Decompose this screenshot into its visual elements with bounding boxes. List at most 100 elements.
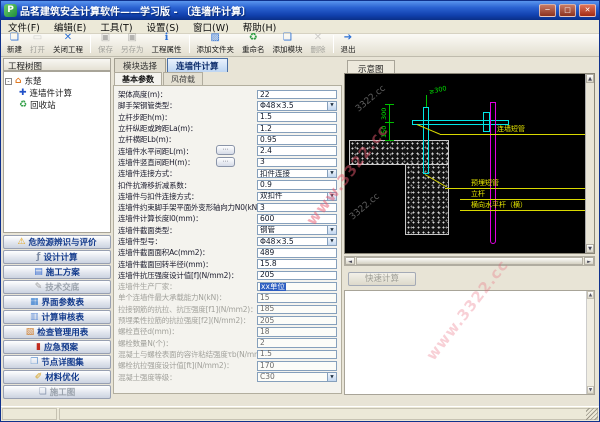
field-input[interactable]: 205 [257,271,337,281]
scroll-right-icon[interactable]: ► [584,257,594,265]
scroll-down-icon[interactable]: ▼ [587,386,594,394]
tab-basic-params[interactable]: 基本参数 [114,72,162,85]
field-input[interactable]: 3 [257,203,337,213]
dimension-value: 300 [381,108,388,120]
menu-item[interactable]: 帮助(H) [236,20,284,34]
sidebar-button[interactable]: 材料优化 [3,370,111,384]
field-value: 205 [258,317,336,325]
form-field-row: 连墙件截面类型：钢管▼ [118,225,337,236]
toolbar-button[interactable]: 添加模块 [269,33,307,55]
toolbar-button[interactable]: 退出 [337,33,360,55]
field-dropdown: C30▼ [257,372,337,382]
field-input[interactable]: 22 [257,90,337,100]
field-dropdown[interactable]: 钢管▼ [257,225,337,235]
field-input[interactable]: 3 [257,158,337,168]
sidebar-button-label: 节点详图集 [41,356,84,368]
menu-item[interactable]: 设置(S) [140,20,186,34]
tab-wall-connector-calc[interactable]: 连墙件计算 [167,58,228,72]
toolbar-button[interactable]: 新建 [3,33,26,55]
field-input: 170 [257,361,337,371]
field-label: 扣件抗滑移折减系数： [118,180,257,191]
field-input[interactable]: 1.5 [257,112,337,122]
cad-horizontal-scrollbar[interactable]: ◄ ► [344,256,595,266]
toolbar-button-label: 删除 [311,44,326,55]
tree-item-recycle-bin[interactable]: 回收站 [5,99,109,111]
field-label: 螺栓数量N(个)： [118,338,257,349]
status-cell [59,408,598,420]
sidebar-button[interactable]: 计算审核表 [3,310,111,324]
dropdown-arrow-icon[interactable]: ▼ [327,238,336,246]
dropdown-arrow-icon[interactable]: ▼ [327,226,336,234]
toolbar-button[interactable]: 添加文件夹 [193,33,239,55]
toolbar-button-label: 关闭工程 [53,44,83,55]
field-input[interactable]: 1.2 [257,124,337,134]
toolbar-button[interactable]: 工程属性 [148,33,186,55]
dropdown-arrow-icon[interactable]: ▼ [327,170,336,178]
field-dropdown[interactable]: Φ48×3.5▼ [257,237,337,247]
scroll-down-icon[interactable]: ▼ [586,244,594,253]
sidebar-button[interactable]: 设计计算 [3,250,111,264]
field-input[interactable]: 0.9 [257,180,337,190]
scroll-left-icon[interactable]: ◄ [345,257,355,265]
sidebar-button[interactable]: 施工方案 [3,265,111,279]
minimize-button[interactable]: ─ [539,4,556,17]
form-field-row: 螺栓直径d(mm)：18 [118,326,337,337]
tab-module-select[interactable]: 模块选择 [114,58,166,72]
resize-grip[interactable] [586,408,598,420]
dropdown-arrow-icon[interactable]: ▼ [327,102,336,110]
form-field-row: 单个连墙件最大承载能力N(kN)：15 [118,292,337,303]
sidebar-button[interactable]: 危险源辨识与评价 [3,235,111,249]
scroll-up-icon[interactable]: ▲ [586,74,594,83]
field-label: 预埋柔性拉筋的抗拉强度[f2](N/mm2)： [118,315,257,326]
sidebar-button[interactable]: 节点详图集 [3,355,111,369]
tech-disclosure-icon [35,283,43,292]
field-dropdown[interactable]: 扣件连接▼ [257,169,337,179]
field-input[interactable]: 0.95 [257,135,337,145]
form-field-row: 扣件抗滑移折减系数：0.9 [118,179,337,190]
sidebar-button[interactable]: 检查管理用表 [3,325,111,339]
leader-line [460,210,586,211]
field-input[interactable]: 2.4 [257,146,337,156]
node-details-icon [30,358,38,367]
field-input[interactable]: 600 [257,214,337,224]
field-dropdown[interactable]: 双扣件▼ [257,192,337,202]
field-dropdown[interactable]: Φ48×3.5▼ [257,101,337,111]
tab-schematic[interactable]: 示意图 [347,60,395,74]
spacing-helper-button[interactable]: ⋯ [216,145,235,155]
spacing-helper-button[interactable]: ⋯ [216,157,235,167]
sidebar-button[interactable]: 界面参数表 [3,295,111,309]
dropdown-arrow-icon[interactable]: ▼ [327,193,336,201]
field-value: 170 [258,362,336,370]
embedded-short-pipe [423,107,429,174]
tab-wind-load[interactable]: 风荷载 [163,72,203,85]
tree-root-item[interactable]: - 东楚 [5,75,109,87]
sidebar-button[interactable]: 应急预案 [3,340,111,354]
scroll-up-icon[interactable]: ▲ [587,291,594,299]
field-input: xx单位 [257,282,337,292]
toolbar-button[interactable]: 关闭工程 [49,33,87,55]
close-button[interactable]: ✕ [579,4,596,17]
field-input[interactable]: 15.8 [257,259,337,269]
field-label: 连墙件竖直间距H(m)： [118,157,257,168]
toolbar-button: 删除 [307,33,330,55]
status-cell [2,408,57,420]
field-label: 架体高度(m)： [118,89,257,100]
maximize-button[interactable]: □ [559,4,576,17]
diagram-label: 立杆 [471,191,485,198]
form-field-row: 立杆纵距或跨距La(m)：1.2 [118,123,337,134]
toolbar-button[interactable]: 重命名 [238,33,269,55]
field-value: 18 [258,328,336,336]
scrollbar-thumb[interactable] [356,257,583,265]
tree-expander-icon[interactable]: - [5,78,12,85]
tree-item-wall-connector[interactable]: 连墙件计算 [5,87,109,99]
toolbar: 新建打开关闭工程保存另存为工程属性添加文件夹重命名添加模块删除退出 [1,34,599,57]
field-input: 185 [257,305,337,315]
sidebar-button-label: 技术交底 [45,281,79,293]
sidebar-button-label: 检查管理用表 [37,326,88,338]
cad-vertical-scrollbar[interactable]: ▲ ▼ [585,74,594,253]
status-bar [1,406,599,421]
field-input[interactable]: 489 [257,248,337,258]
toolbar-button-label: 新建 [7,44,22,55]
sidebar-button: 施工图 [3,385,111,399]
results-scrollbar[interactable]: ▲ ▼ [586,291,594,394]
